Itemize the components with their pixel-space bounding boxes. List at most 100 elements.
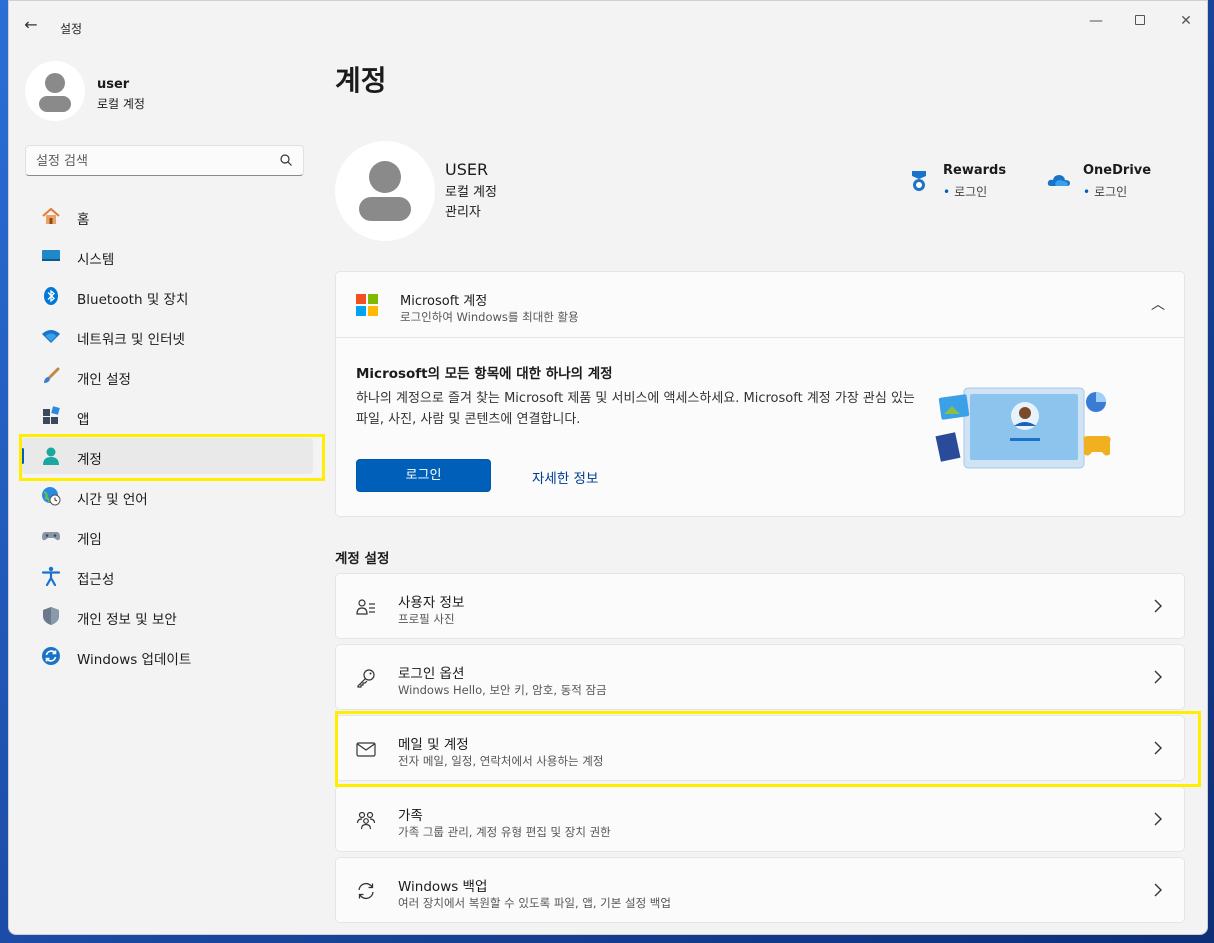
profile-role: 관리자 <box>445 205 481 220</box>
settings-window: ← 설정 — ✕ user 로컬 계정 홈 <box>8 0 1208 935</box>
user-info-icon <box>356 599 375 615</box>
sidebar-item-apps[interactable]: 앱 <box>21 398 313 434</box>
rewards-sign-in-status: • 로그인 <box>943 183 987 200</box>
rewards-status[interactable]: Rewards • 로그인 <box>907 163 1027 203</box>
sidebar-item-network[interactable]: 네트워크 및 인터넷 <box>21 318 313 354</box>
maximize-button[interactable] <box>1125 9 1155 33</box>
sidebar-item-label: Windows 업데이트 <box>77 652 192 668</box>
shield-icon <box>43 607 59 625</box>
row-title: 사용자 정보 <box>398 595 465 611</box>
settings-row-sign-in-options[interactable]: 로그인 옵션 Windows Hello, 보안 키, 암호, 동적 잠금 <box>335 644 1185 710</box>
microsoft-account-title: Microsoft 계정 <box>400 294 488 309</box>
status-dot: • <box>1083 185 1091 199</box>
sidebar-item-label: 앱 <box>77 412 90 428</box>
sidebar-item-bluetooth[interactable]: Bluetooth 및 장치 <box>21 278 313 314</box>
avatar-head <box>369 161 401 193</box>
onedrive-sign-in-status: • 로그인 <box>1083 183 1127 200</box>
microsoft-account-card: Microsoft 계정 로그인하여 Windows를 최대한 활용 ︿ Mic… <box>335 271 1185 517</box>
sidebar-item-label: 네트워크 및 인터넷 <box>77 332 185 348</box>
row-subtitle: 가족 그룹 관리, 계정 유형 편집 및 장치 권한 <box>398 825 611 839</box>
settings-row-family[interactable]: 가족 가족 그룹 관리, 계정 유형 편집 및 장치 권한 <box>335 786 1185 852</box>
learn-more-link[interactable]: 자세한 정보 <box>532 467 598 487</box>
highlight-accounts-nav <box>19 434 325 481</box>
account-settings-heading: 계정 설정 <box>335 551 390 567</box>
chevron-right-icon <box>1154 812 1162 826</box>
family-icon <box>356 811 376 830</box>
user-name: user <box>97 77 130 92</box>
wifi-icon <box>42 330 60 343</box>
sidebar-user-card[interactable]: user 로컬 계정 <box>25 59 305 123</box>
back-button[interactable]: ← <box>19 13 43 37</box>
profile-name: USER <box>445 160 489 179</box>
row-subtitle: 프로필 사진 <box>398 612 455 626</box>
sidebar-item-accessibility[interactable]: 접근성 <box>21 558 313 594</box>
avatar-body <box>359 197 411 221</box>
sidebar-item-label: 게임 <box>77 532 102 548</box>
sidebar-item-home[interactable]: 홈 <box>21 198 313 234</box>
row-title: 로그인 옵션 <box>398 666 465 682</box>
profile-header: USER 로컬 계정 관리자 Rewards • 로그인 OneDrive • 로그… <box>335 141 1195 241</box>
avatar-head <box>45 73 65 93</box>
profile-avatar[interactable] <box>335 141 435 241</box>
row-title: Windows 백업 <box>398 879 488 895</box>
row-subtitle: Windows Hello, 보안 키, 암호, 동적 잠금 <box>398 683 607 697</box>
chevron-up-icon[interactable]: ︿ <box>1148 294 1168 314</box>
update-icon <box>42 647 60 665</box>
sidebar-item-label: 시스템 <box>77 252 115 268</box>
sidebar-item-gaming[interactable]: 게임 <box>21 518 313 554</box>
maximize-icon <box>1135 15 1145 25</box>
rewards-icon <box>912 171 926 191</box>
microsoft-account-subtitle: 로그인하여 Windows를 최대한 활용 <box>400 310 579 324</box>
accessibility-icon <box>41 566 61 586</box>
backup-icon <box>358 882 374 900</box>
sidebar-item-label: 개인 설정 <box>77 372 131 388</box>
account-illustration-icon <box>935 387 1111 469</box>
apps-icon <box>43 406 60 424</box>
sidebar-item-label: 접근성 <box>77 572 115 588</box>
sidebar-item-windows-update[interactable]: Windows 업데이트 <box>21 638 313 674</box>
rewards-status-text: 로그인 <box>954 185 988 199</box>
sidebar-item-system[interactable]: 시스템 <box>21 238 313 274</box>
close-button[interactable]: ✕ <box>1171 9 1201 33</box>
globe-clock-icon <box>42 487 61 506</box>
sidebar-item-label: Bluetooth 및 장치 <box>77 292 189 308</box>
avatar-body <box>39 96 71 112</box>
sidebar-item-privacy-security[interactable]: 개인 정보 및 보안 <box>21 598 313 634</box>
microsoft-account-heading: Microsoft의 모든 항목에 대한 하나의 계정 <box>356 366 613 382</box>
app-title: 설정 <box>60 22 83 36</box>
profile-account-type: 로컬 계정 <box>445 185 497 200</box>
sidebar-item-label: 홈 <box>77 212 90 228</box>
search-icon[interactable] <box>279 153 293 167</box>
user-account-type: 로컬 계정 <box>97 97 145 111</box>
rewards-name: Rewards <box>943 163 1007 178</box>
onedrive-icon <box>1047 175 1070 186</box>
settings-row-user-info[interactable]: 사용자 정보 프로필 사진 <box>335 573 1185 639</box>
sidebar-item-label: 시간 및 언어 <box>77 492 148 508</box>
chevron-right-icon <box>1154 883 1162 897</box>
microsoft-logo-icon <box>356 294 378 316</box>
sidebar-item-label: 개인 정보 및 보안 <box>77 612 177 628</box>
brush-icon <box>44 367 60 383</box>
sidebar-item-time-language[interactable]: 시간 및 언어 <box>21 478 313 514</box>
login-button[interactable]: 로그인 <box>356 459 491 492</box>
microsoft-account-header[interactable]: Microsoft 계정 로그인하여 Windows를 최대한 활용 ︿ <box>336 272 1184 338</box>
system-icon <box>42 250 60 261</box>
page-title: 계정 <box>335 64 387 97</box>
microsoft-account-description: 하나의 계정으로 즐겨 찾는 Microsoft 제품 및 서비스에 액세스하세… <box>356 391 915 427</box>
status-dot: • <box>943 185 951 199</box>
home-icon <box>42 207 60 224</box>
onedrive-status-text: 로그인 <box>1094 185 1128 199</box>
chevron-right-icon <box>1154 599 1162 613</box>
search-box[interactable] <box>25 145 304 176</box>
search-input[interactable] <box>36 151 276 171</box>
row-subtitle: 여러 장치에서 복원할 수 있도록 파일, 앱, 기본 설정 백업 <box>398 896 671 910</box>
chevron-right-icon <box>1154 670 1162 684</box>
row-title: 가족 <box>398 808 423 824</box>
onedrive-status[interactable]: OneDrive • 로그인 <box>1047 163 1177 203</box>
highlight-email-accounts <box>335 711 1201 787</box>
minimize-button[interactable]: — <box>1081 9 1111 33</box>
title-bar: ← 설정 — ✕ <box>9 1 1207 45</box>
gamepad-icon <box>42 532 60 541</box>
settings-row-windows-backup[interactable]: Windows 백업 여러 장치에서 복원할 수 있도록 파일, 앱, 기본 설… <box>335 857 1185 923</box>
sidebar-item-personalization[interactable]: 개인 설정 <box>21 358 313 394</box>
